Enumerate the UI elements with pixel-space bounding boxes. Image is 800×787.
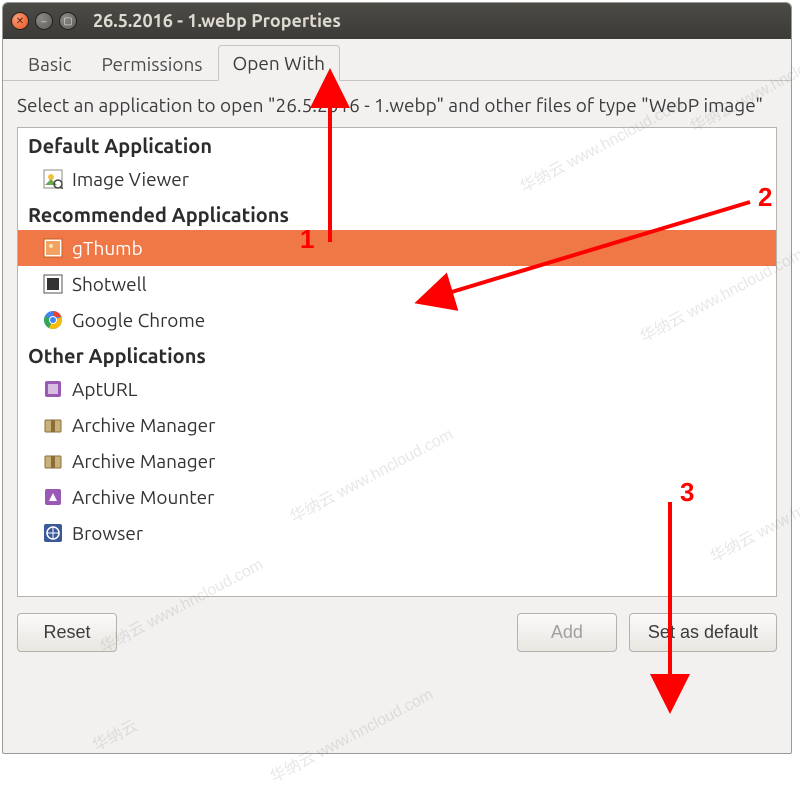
titlebar: ✕ – ▢ 26.5.2016 - 1.webp Properties [3,3,791,39]
app-label: AptURL [72,378,137,400]
app-label: Google Chrome [72,309,205,331]
add-button[interactable]: Add [517,613,617,652]
apturl-icon [42,378,64,400]
maximize-icon[interactable]: ▢ [59,12,77,30]
window-title: 26.5.2016 - 1.webp Properties [93,11,341,31]
app-label: gThumb [72,237,143,259]
properties-window: ✕ – ▢ 26.5.2016 - 1.webp Properties Basi… [2,2,792,754]
app-row-archive-mounter[interactable]: Archive Mounter [18,479,776,515]
instruction-text: Select an application to open "26.5.2016… [3,81,791,127]
app-label: Browser [72,522,143,544]
button-bar: Reset Add Set as default [3,597,791,668]
app-label: Shotwell [72,273,147,295]
app-row-apturl[interactable]: AptURL [18,371,776,407]
default-application-header: Default Application [18,128,776,161]
chrome-icon [42,309,64,331]
app-label: Archive Mounter [72,486,214,508]
app-label: Archive Manager [72,450,215,472]
app-label: Archive Manager [72,414,215,436]
other-applications-header: Other Applications [18,338,776,371]
tab-open-with[interactable]: Open With [218,45,340,81]
image-viewer-icon [42,168,64,190]
archive-manager-icon [42,414,64,436]
close-icon[interactable]: ✕ [11,12,29,30]
app-row-google-chrome[interactable]: Google Chrome [18,302,776,338]
app-row-archive-manager-2[interactable]: Archive Manager [18,443,776,479]
archive-mounter-icon [42,486,64,508]
reset-button[interactable]: Reset [17,613,117,652]
app-row-shotwell[interactable]: Shotwell [18,266,776,302]
app-label: Image Viewer [72,168,189,190]
app-row-archive-manager[interactable]: Archive Manager [18,407,776,443]
application-list[interactable]: Default Application Image Viewer Recomme… [17,127,777,597]
archive-manager-icon [42,450,64,472]
tab-bar: Basic Permissions Open With [3,39,791,81]
app-row-browser[interactable]: Browser [18,515,776,551]
tab-permissions[interactable]: Permissions [87,46,218,81]
browser-icon [42,522,64,544]
recommended-applications-header: Recommended Applications [18,197,776,230]
app-row-image-viewer[interactable]: Image Viewer [18,161,776,197]
gthumb-icon [42,237,64,259]
shotwell-icon [42,273,64,295]
tab-basic[interactable]: Basic [13,46,87,81]
app-row-gthumb[interactable]: gThumb [18,230,776,266]
set-as-default-button[interactable]: Set as default [629,613,777,652]
minimize-icon[interactable]: – [35,12,53,30]
